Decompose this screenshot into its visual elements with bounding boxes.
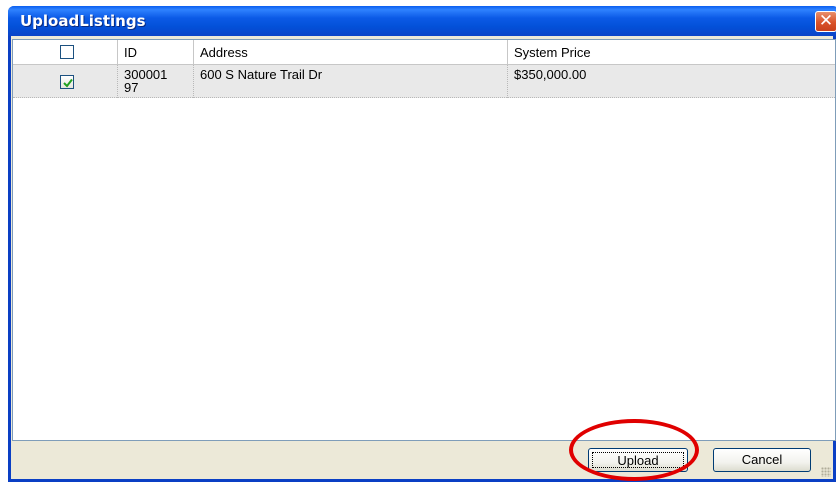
listings-grid: ID Address System Price 30000197 600 S N… — [12, 39, 836, 441]
row-select-cell[interactable] — [13, 65, 118, 98]
upload-listings-dialog: UploadListings ✕ ID Address System Price — [8, 6, 836, 482]
close-icon: ✕ — [818, 11, 834, 31]
listing-id: 30000197 — [124, 67, 168, 95]
highlight-ring-annotation — [569, 419, 699, 481]
checkmark-icon — [63, 78, 73, 88]
close-button[interactable]: ✕ — [815, 11, 836, 32]
cancel-button[interactable]: Cancel — [713, 448, 811, 472]
row-address-cell[interactable]: 600 S Nature Trail Dr — [194, 65, 508, 98]
column-header-id[interactable]: ID — [118, 40, 194, 64]
header-select-all[interactable] — [13, 40, 118, 64]
row-price-cell[interactable]: $350,000.00 — [508, 65, 836, 98]
title-bar[interactable]: UploadListings ✕ — [8, 6, 836, 36]
listing-address: 600 S Nature Trail Dr — [200, 67, 323, 82]
row-checkbox[interactable] — [60, 75, 74, 89]
grid-header: ID Address System Price — [13, 40, 835, 65]
select-all-checkbox[interactable] — [60, 45, 74, 59]
listing-system-price: $350,000.00 — [514, 67, 587, 82]
window-title: UploadListings — [20, 12, 146, 30]
row-id-cell[interactable]: 30000197 — [118, 65, 194, 98]
resize-grip-icon[interactable] — [821, 467, 831, 477]
column-header-address[interactable]: Address — [194, 40, 508, 64]
table-row[interactable]: 30000197 600 S Nature Trail Dr $350,000.… — [13, 65, 835, 98]
column-header-system-price[interactable]: System Price — [508, 40, 836, 64]
